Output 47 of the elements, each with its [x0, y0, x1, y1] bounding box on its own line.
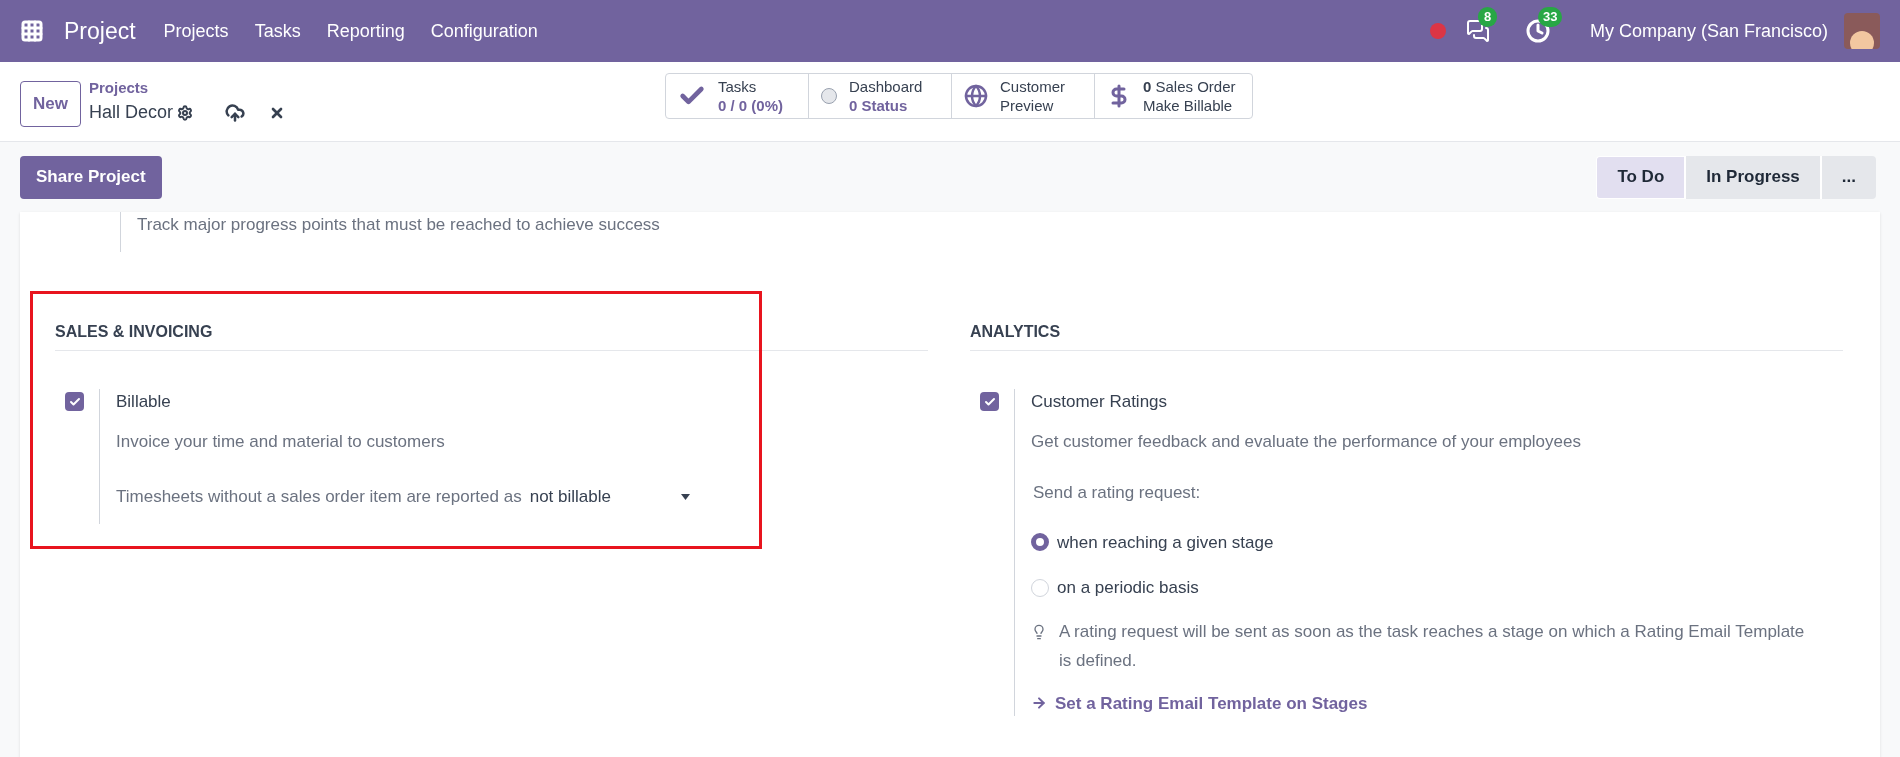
checkbox[interactable]	[980, 392, 999, 411]
avatar[interactable]	[1844, 13, 1880, 49]
radio-label: when reaching a given stage	[1057, 531, 1274, 554]
new-button[interactable]: New	[20, 80, 81, 127]
section-title: ANALYTICS	[970, 323, 1061, 340]
setting-description: Track major progress points that must be reached to achieve success	[137, 215, 660, 234]
menu-item[interactable]: Reporting	[326, 17, 405, 45]
stat-button[interactable]: Customer Preview	[951, 74, 1094, 118]
setting-label: Billable	[116, 391, 172, 413]
arrow-icon	[1031, 695, 1047, 712]
caret-icon	[680, 493, 690, 500]
activities-icon[interactable]	[1525, 19, 1550, 43]
app-grid-icon[interactable]	[20, 19, 44, 43]
settings-icon[interactable]	[177, 104, 193, 121]
stat-button[interactable]: Tasks 0 / 0 (0%)	[666, 74, 808, 118]
setting-label: Customer Ratings	[1031, 391, 1169, 413]
app-title[interactable]: Project	[64, 13, 136, 49]
setting-description: Invoice your time and material to customers	[116, 430, 446, 453]
save-icon[interactable]	[225, 102, 245, 123]
select-field[interactable]: not billable	[529, 484, 690, 510]
field-label: Send a rating request:	[1033, 482, 1202, 504]
lightbulb-icon	[1031, 623, 1047, 640]
stat-button[interactable]: Dashboard 0 Status	[808, 74, 951, 118]
message-count-badge: 8	[1477, 7, 1498, 27]
globe-icon	[964, 84, 988, 108]
setting-description: Get customer feedback and evaluate the performance of your employees	[1031, 430, 1582, 453]
record-name: Hall Decor	[88, 101, 173, 125]
check-icon	[983, 395, 996, 408]
stage-tab[interactable]: In Progress	[1686, 155, 1822, 199]
stage-tab[interactable]: ...	[1821, 155, 1876, 199]
stage-tab[interactable]: To Do	[1596, 155, 1687, 199]
share-project-button[interactable]: Share Project	[20, 155, 162, 199]
check-icon	[68, 395, 81, 408]
stages-link[interactable]: Set a Rating Email Template on Stages	[1031, 690, 1821, 716]
breadcrumb-link[interactable]: Projects	[88, 76, 285, 100]
checkbox[interactable]	[65, 392, 84, 411]
field-label: Timesheets without a sales order item are reported as	[116, 486, 522, 508]
activity-count-badge: 33	[1537, 7, 1563, 27]
messages-icon[interactable]	[1465, 19, 1490, 43]
radio-label: on a periodic basis	[1057, 577, 1199, 599]
stat-button[interactable]: 0 Sales Order Make Billable	[1094, 74, 1252, 118]
menu-item[interactable]: Tasks	[254, 17, 301, 45]
section-title: SALES & INVOICING	[55, 323, 213, 340]
menu-item[interactable]: Configuration	[430, 17, 538, 45]
menu-item[interactable]: Projects	[163, 17, 229, 45]
company-switcher[interactable]: My Company (San Francisco)	[1589, 17, 1828, 45]
hint-text: A rating request will be sent as soon as the task reaches a stage on which a Rating Email Template is defined.	[1059, 620, 1806, 672]
